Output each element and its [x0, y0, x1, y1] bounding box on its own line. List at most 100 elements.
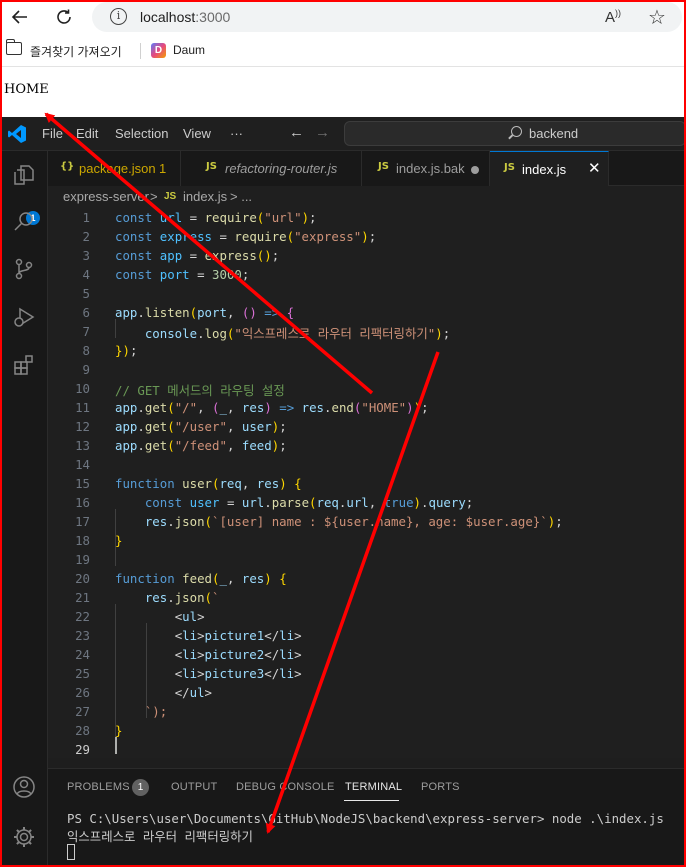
code-editor[interactable]: 1 const url = require("url"); 2 const expre… [48, 208, 686, 758]
line-number: 26 [75, 685, 90, 700]
code-line[interactable]: 25 <li>picture3</li> [48, 664, 686, 683]
bottom-panel: PROBLEMS 1 OUTPUT DEBUG CONSOLE TERMINAL… [48, 768, 686, 867]
tab-package-json[interactable]: {} package.json 1 [48, 151, 181, 186]
code-line[interactable]: 16 const user = url.parse(req.url, true)… [48, 493, 686, 512]
menu-selection[interactable]: Selection [115, 126, 168, 141]
code-line[interactable]: 23 <li>picture1</li> [48, 626, 686, 645]
daum-logo-icon[interactable]: D [151, 43, 166, 58]
code-line[interactable]: 9 [48, 360, 686, 379]
source-control-icon[interactable] [12, 257, 36, 281]
code-line[interactable]: 1 const url = require("url"); [48, 208, 686, 227]
code-text: } [115, 533, 123, 548]
code-text: app.get("/", (_, res) => res.end("HOME")… [115, 400, 429, 415]
tab-output[interactable]: OUTPUT [171, 781, 217, 793]
unsaved-dot-icon[interactable] [471, 166, 479, 174]
line-number: 11 [75, 400, 90, 415]
manage-gear-icon[interactable] [12, 825, 36, 849]
extensions-icon[interactable] [12, 353, 36, 377]
line-number: 9 [82, 362, 90, 377]
tab-refactoring-router[interactable]: JS refactoring-router.js [181, 151, 362, 186]
code-text: <li>picture3</li> [174, 666, 302, 681]
code-line[interactable]: 15 function user(req, res) { [48, 474, 686, 493]
menu-view[interactable]: View [183, 126, 211, 141]
page-body-text: HOME [4, 82, 49, 97]
code-line[interactable]: 2 const express = require("express"); [48, 227, 686, 246]
favorite-daum-link[interactable]: Daum [173, 43, 205, 57]
close-tab-icon[interactable]: ✕ [588, 159, 601, 177]
code-text: }); [115, 343, 138, 358]
code-line[interactable]: 19 [48, 550, 686, 569]
code-line[interactable]: 11 app.get("/", (_, res) => res.end("HOME… [48, 398, 686, 417]
line-number: 4 [82, 267, 90, 282]
code-line[interactable]: 14 [48, 455, 686, 474]
code-text: res.json(`[user] name : ${user.name}, ag… [144, 514, 563, 529]
code-line[interactable]: 18} [48, 531, 686, 550]
breadcrumb-folder[interactable]: express-server [63, 189, 149, 204]
address-bar[interactable]: i localhost:3000 A)) ☆ [92, 2, 682, 32]
code-text: <li>picture2</li> [174, 647, 302, 662]
code-line[interactable]: 8}); [48, 341, 686, 360]
line-number: 22 [75, 609, 90, 624]
code-line[interactable]: 13 app.get("/feed", feed); [48, 436, 686, 455]
code-text: } [115, 723, 123, 738]
code-text: app.get("/feed", feed); [115, 438, 287, 453]
code-line[interactable]: 10 // GET 메서드의 라우팅 설정 [48, 379, 686, 398]
code-line[interactable]: 28} [48, 721, 686, 740]
breadcrumb-file[interactable]: index.js [183, 189, 227, 204]
tab-problems[interactable]: PROBLEMS [67, 781, 130, 793]
code-line[interactable]: 22 <ul> [48, 607, 686, 626]
tab-problem-count: 1 [159, 161, 167, 176]
tab-index-js-bak[interactable]: JS index.js.bak [362, 151, 490, 186]
back-arrow-icon[interactable] [6, 4, 34, 30]
breadcrumb-symbols[interactable]: > ... [230, 189, 252, 204]
search-view-icon[interactable] [12, 209, 36, 233]
code-line[interactable]: 5 [48, 284, 686, 303]
tab-label: index.js.bak [396, 161, 465, 176]
accounts-icon[interactable] [12, 775, 36, 799]
code-text: app.listen(port, () => { [115, 305, 295, 320]
menu-file[interactable]: File [42, 126, 63, 141]
code-line[interactable]: 12 app.get("/user", user); [48, 417, 686, 436]
favorite-star-icon[interactable]: ☆ [648, 5, 666, 30]
js-file-icon: JS [504, 162, 515, 173]
editor-tabs: {} package.json 1 JS refactoring-router.… [48, 151, 686, 186]
read-aloud-icon[interactable]: A)) [605, 8, 621, 26]
tab-terminal[interactable]: TERMINAL [345, 781, 402, 793]
line-number: 13 [75, 438, 90, 453]
command-center-search[interactable]: backend [344, 121, 686, 146]
code-text: // GET 메서드의 라우팅 설정 [115, 383, 285, 398]
code-line[interactable]: 3 const app = express(); [48, 246, 686, 265]
code-line[interactable]: 4 const port = 3000; [48, 265, 686, 284]
code-line[interactable]: 24 <li>picture2</li> [48, 645, 686, 664]
favorites-bar: 즐겨찾기 가져오기 D Daum [0, 34, 686, 67]
refresh-icon[interactable] [50, 4, 78, 30]
menu-more[interactable]: ··· [230, 126, 243, 141]
code-line[interactable]: 26 </ul> [48, 683, 686, 702]
code-text: `); [144, 704, 168, 719]
js-file-icon: JS [378, 161, 389, 172]
menu-edit[interactable]: Edit [76, 126, 98, 141]
code-line[interactable]: 21 res.json(` [48, 588, 686, 607]
info-icon[interactable]: i [110, 8, 127, 25]
import-favorites-link[interactable]: 즐겨찾기 가져오기 [30, 43, 122, 60]
tab-debug-console[interactable]: DEBUG CONSOLE [236, 781, 335, 793]
tab-index-js[interactable]: JS index.js ✕ [490, 151, 609, 186]
active-tab-indicator [344, 800, 399, 801]
code-text: const user = url.parse(req.url, true).qu… [144, 495, 474, 510]
nav-forward-icon[interactable]: → [315, 124, 330, 141]
run-debug-icon[interactable] [12, 305, 36, 329]
code-line[interactable]: 27 `); [48, 702, 686, 721]
code-line[interactable]: 7 console.log("익스프레스로 라우터 리팩터링하기"); [48, 322, 686, 341]
code-line[interactable]: 17 res.json(`[user] name : ${user.name},… [48, 512, 686, 531]
explorer-icon[interactable] [12, 163, 36, 187]
code-text: <li>picture1</li> [174, 628, 302, 643]
address-url[interactable]: localhost:3000 [140, 9, 230, 25]
code-line[interactable]: 29 [48, 740, 686, 759]
line-number: 6 [82, 305, 90, 320]
code-line[interactable]: 6 app.listen(port, () => { [48, 303, 686, 322]
nav-back-icon[interactable]: ← [289, 124, 304, 141]
line-number: 17 [75, 514, 90, 529]
tab-ports[interactable]: PORTS [421, 781, 460, 793]
code-line[interactable]: 20 function feed(_, res) { [48, 569, 686, 588]
breadcrumb-separator: > [150, 189, 158, 204]
